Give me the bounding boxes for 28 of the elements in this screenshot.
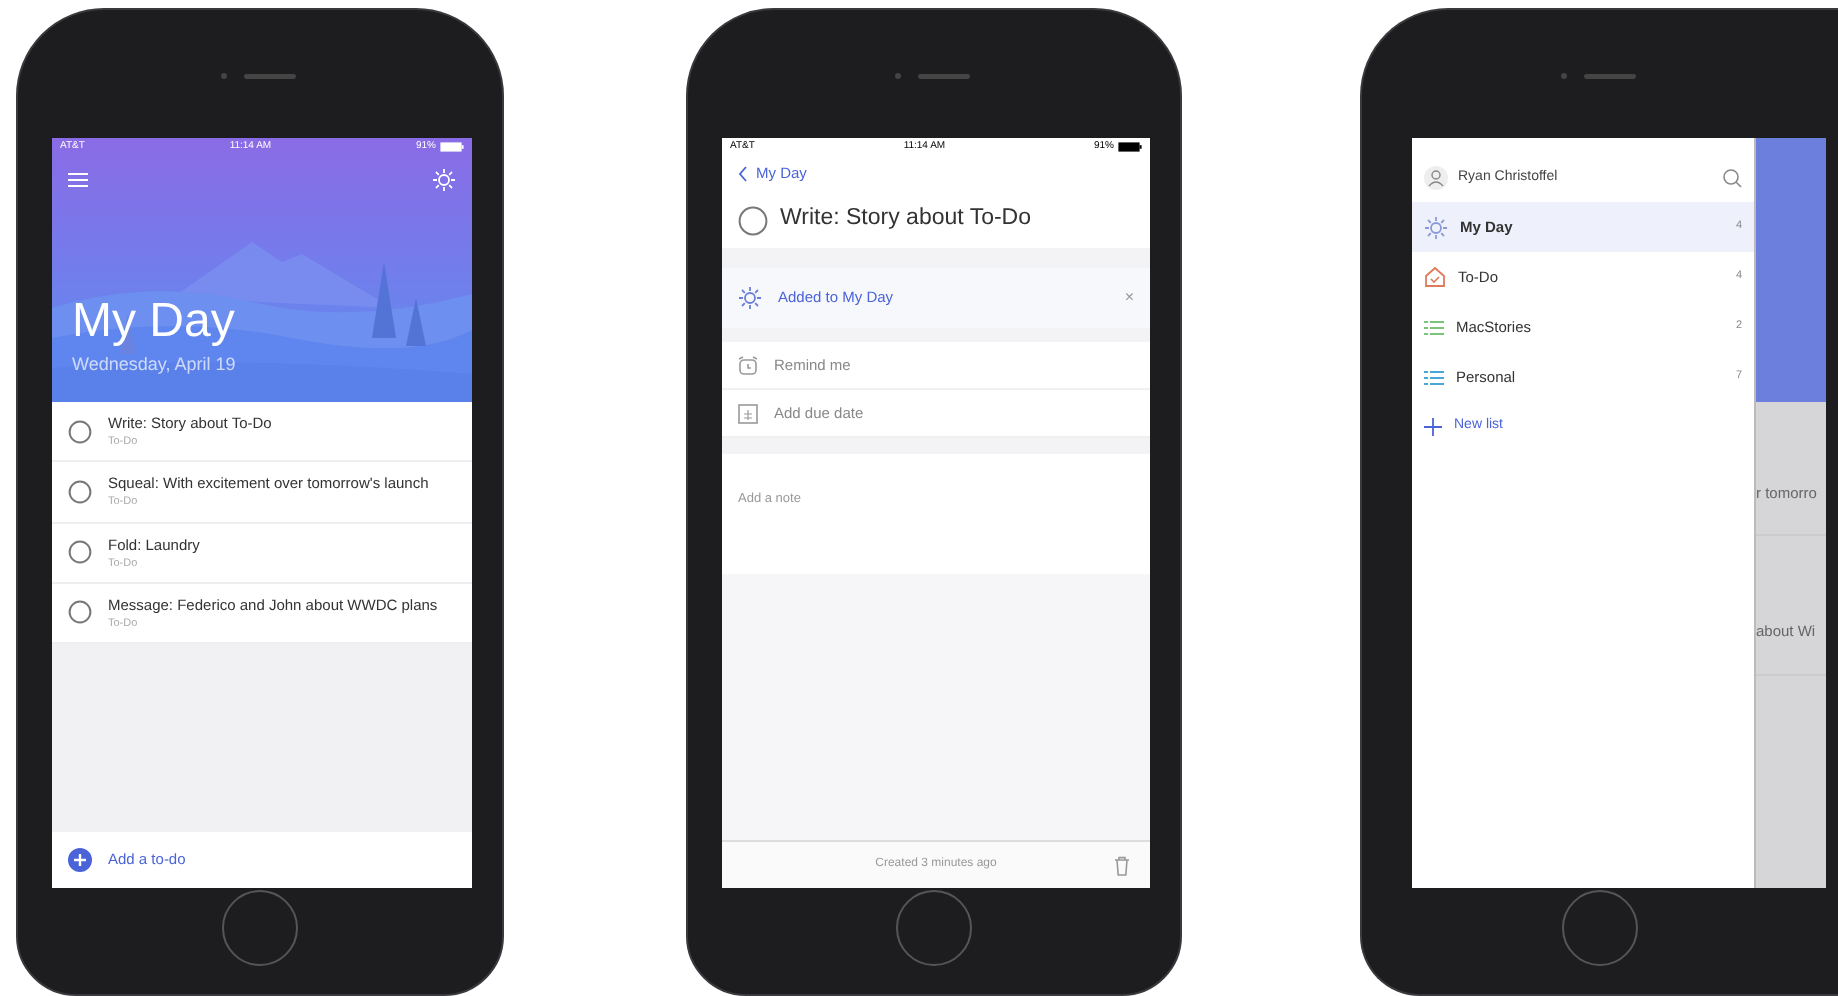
- sun-icon: [738, 286, 762, 310]
- search-icon[interactable]: [1722, 168, 1742, 188]
- battery-icon: [439, 142, 464, 152]
- battery-icon: [1117, 142, 1142, 152]
- menu-icon[interactable]: [68, 172, 88, 188]
- speaker-icon: [894, 70, 974, 82]
- house-icon: [1424, 266, 1446, 288]
- checkbox[interactable]: [68, 479, 92, 504]
- speaker-icon: [1560, 70, 1640, 82]
- chevron-left-icon: [738, 166, 748, 182]
- checkbox[interactable]: [68, 540, 92, 565]
- home-button[interactable]: [1562, 890, 1638, 966]
- date-subtitle: Wednesday, April 19: [70, 352, 238, 378]
- speaker-icon: [220, 70, 300, 82]
- checkbox[interactable]: [738, 205, 768, 235]
- trash-icon[interactable]: [1114, 855, 1130, 875]
- task-title: Write: Story about To-Do: [780, 204, 1031, 235]
- checkbox[interactable]: [68, 600, 92, 625]
- plus-icon: [1424, 417, 1442, 435]
- plus-icon: [68, 848, 92, 872]
- home-button[interactable]: [896, 890, 972, 966]
- page-title: My Day: [70, 296, 237, 348]
- calendar-icon: [738, 403, 758, 423]
- checkbox[interactable]: [68, 419, 92, 444]
- avatar-icon: [1424, 166, 1448, 190]
- alarm-clock-icon: [738, 355, 758, 375]
- home-button[interactable]: [222, 890, 298, 966]
- sun-icon: [1424, 215, 1448, 239]
